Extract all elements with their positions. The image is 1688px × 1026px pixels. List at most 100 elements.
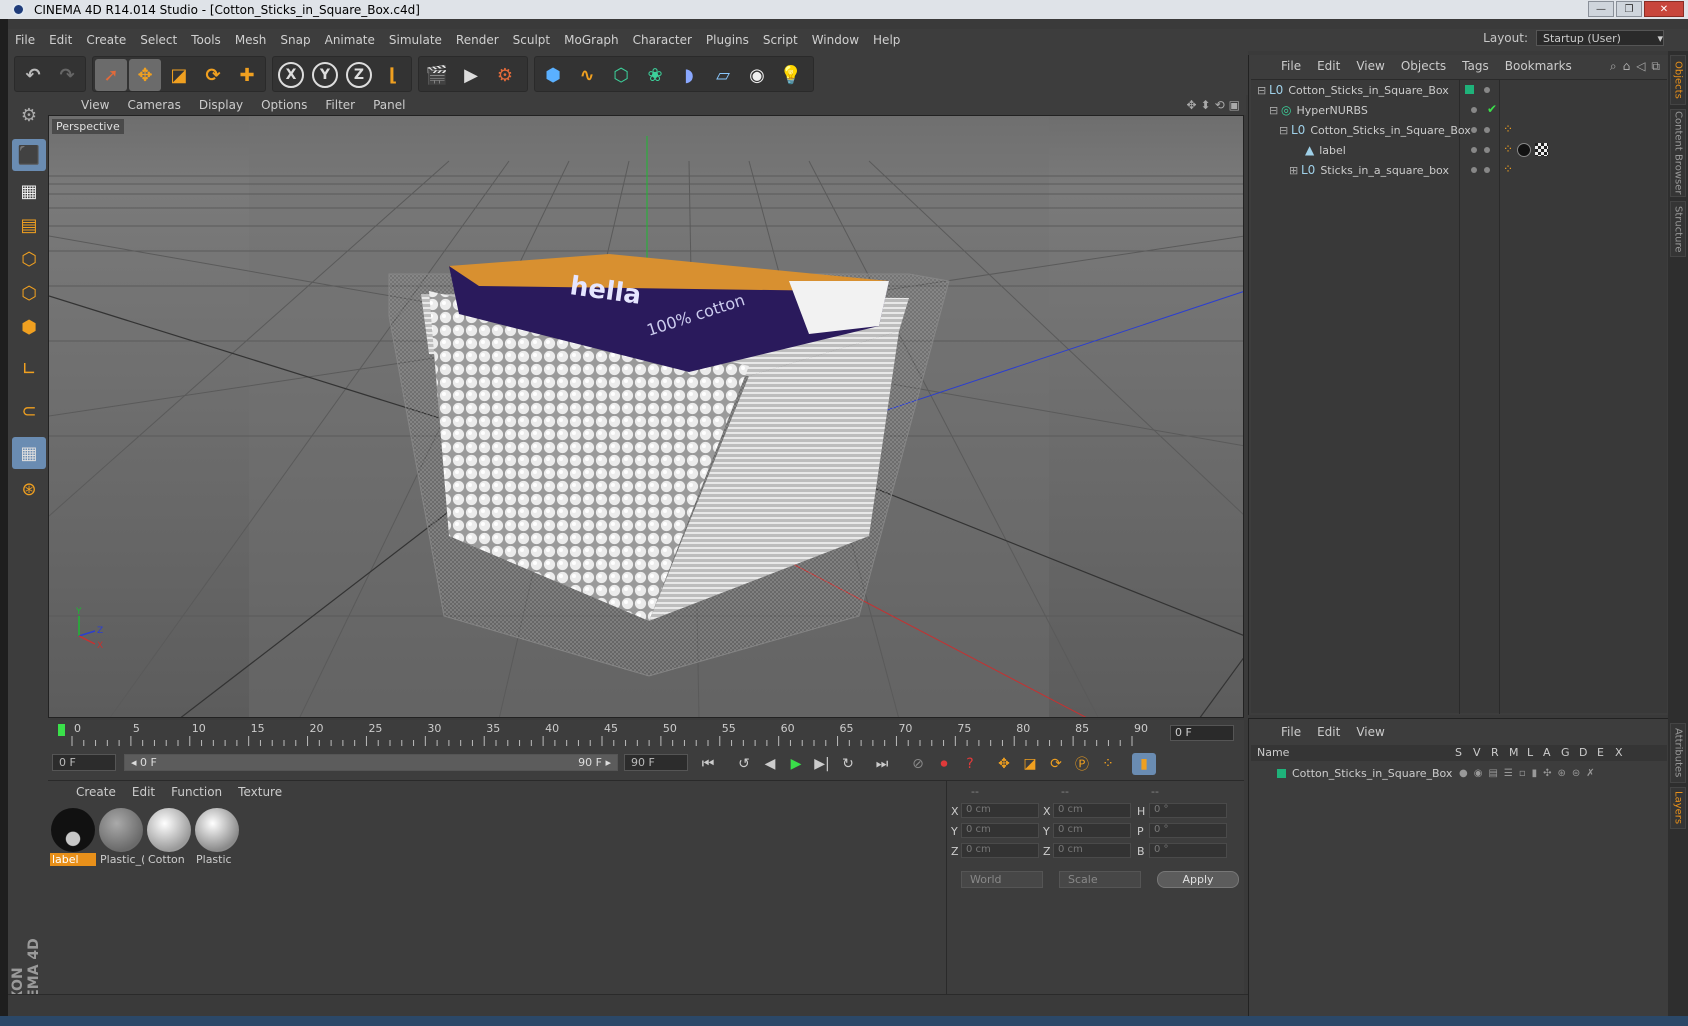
current-frame-field[interactable]: 0 F xyxy=(1170,725,1234,741)
goto-end-icon[interactable]: ⏭ xyxy=(870,753,894,775)
next-frame-icon[interactable]: ▶| xyxy=(810,753,834,775)
key-rotation-icon[interactable]: ⟳ xyxy=(1044,753,1068,775)
timeline-window-icon[interactable]: ▮ xyxy=(1132,753,1156,775)
menu-create[interactable]: Create xyxy=(79,33,133,47)
size-y-field[interactable]: 0 cm xyxy=(1053,823,1131,838)
auto-key-icon[interactable]: ⏺ xyxy=(932,753,956,775)
render-dot[interactable] xyxy=(1484,147,1490,153)
tab-layers[interactable]: Layers xyxy=(1670,787,1686,829)
camera-icon[interactable]: ◉ xyxy=(741,59,773,91)
restore-button[interactable]: ❐ xyxy=(1616,1,1642,17)
collapse-icon[interactable]: ⊟ xyxy=(1269,104,1281,117)
polygons-mode-icon[interactable]: ⬢ xyxy=(12,311,46,343)
edges-mode-icon[interactable]: ⬡ xyxy=(12,277,46,309)
previous-frame-icon[interactable]: ◀ xyxy=(758,753,782,775)
menu-render[interactable]: Render xyxy=(449,33,506,47)
scale-tool-icon[interactable]: ◪ xyxy=(163,59,195,91)
layer-flag-icons[interactable]: ●◉▤☰▫▮✣⊛⊜✗ xyxy=(1459,768,1601,779)
render-dot[interactable] xyxy=(1484,87,1490,93)
nurbs-icon[interactable]: ⬡ xyxy=(605,59,637,91)
start-frame-field[interactable]: 0 F xyxy=(52,754,116,771)
goto-start-icon[interactable]: ⏮ xyxy=(696,753,720,775)
visibility-dot[interactable] xyxy=(1471,127,1477,133)
objects-menu-view[interactable]: View xyxy=(1348,59,1392,73)
tab-structure[interactable]: Structure xyxy=(1670,201,1686,257)
rotate-view-icon[interactable]: ⟲ xyxy=(1215,98,1225,112)
material-tag-icon[interactable] xyxy=(1517,143,1531,157)
previous-key-icon[interactable]: ↺ xyxy=(732,753,756,775)
tree-row[interactable]: ⊟ ◎ HyperNURBS ✔ xyxy=(1251,100,1667,120)
z-axis-lock-button[interactable]: Z xyxy=(346,62,372,88)
deformer-icon[interactable]: ◗ xyxy=(673,59,705,91)
search-icon[interactable]: ⌕ xyxy=(1610,59,1617,74)
position-z-field[interactable]: 0 cm xyxy=(961,843,1039,858)
move-tool-icon[interactable]: ✥ xyxy=(129,59,161,91)
timeline-ruler[interactable]: 0 5 10 15 20 25 30 35 40 45 50 55 60 65 70 75 80 85 90 0 F xyxy=(48,720,1244,748)
menu-snap[interactable]: Snap xyxy=(273,33,317,47)
spline-icon[interactable]: ∿ xyxy=(571,59,603,91)
visibility-dot[interactable] xyxy=(1471,107,1477,113)
objects-menu-objects[interactable]: Objects xyxy=(1393,59,1454,73)
layer-row[interactable]: Cotton_Sticks_in_Square_Box ●◉▤☰▫▮✣⊛⊜✗ xyxy=(1251,763,1667,783)
layers-menu-edit[interactable]: Edit xyxy=(1309,725,1348,739)
make-editable-icon[interactable]: ⚙ xyxy=(12,99,46,131)
end-frame-field[interactable]: 90 F xyxy=(624,754,688,771)
menu-tools[interactable]: Tools xyxy=(184,33,228,47)
menu-select[interactable]: Select xyxy=(133,33,184,47)
phong-tag-icon[interactable]: ⁘ xyxy=(1503,122,1513,136)
viewport-menu-cameras[interactable]: Cameras xyxy=(118,98,189,112)
material-menu-function[interactable]: Function xyxy=(163,785,230,799)
model-mode-icon[interactable]: ⬛ xyxy=(12,139,46,171)
menu-file[interactable]: File xyxy=(8,33,42,47)
close-button[interactable]: ✕ xyxy=(1644,1,1684,17)
collapse-icon[interactable]: ⊟ xyxy=(1279,124,1291,137)
key-position-icon[interactable]: ✥ xyxy=(992,753,1016,775)
objects-menu-edit[interactable]: Edit xyxy=(1309,59,1348,73)
viewport-menu-view[interactable]: View xyxy=(72,98,118,112)
maximize-view-icon[interactable]: ▣ xyxy=(1229,98,1240,112)
light-icon[interactable]: 💡 xyxy=(775,59,807,91)
viewport-menu-filter[interactable]: Filter xyxy=(316,98,364,112)
next-key-icon[interactable]: ↻ xyxy=(836,753,860,775)
play-icon[interactable]: ▶ xyxy=(784,753,808,775)
coordinate-system-icon[interactable]: ⌊ xyxy=(377,59,409,91)
viewport-menu-panel[interactable]: Panel xyxy=(364,98,414,112)
rotation-h-field[interactable]: 0 ° xyxy=(1149,803,1227,818)
render-dot[interactable] xyxy=(1484,167,1490,173)
key-parameter-icon[interactable]: Ⓟ xyxy=(1070,753,1094,775)
objects-menu-file[interactable]: File xyxy=(1273,59,1309,73)
expand-icon[interactable]: ⊞ xyxy=(1289,164,1301,177)
size-x-field[interactable]: 0 cm xyxy=(1053,803,1131,818)
layout-select[interactable]: Startup (User) ▾ xyxy=(1536,30,1664,46)
floor-icon[interactable]: ▱ xyxy=(707,59,739,91)
add-object-icon[interactable]: ✚ xyxy=(231,59,263,91)
material-swatch[interactable]: Cotton xyxy=(146,807,192,866)
material-swatch[interactable]: label xyxy=(50,807,96,866)
menu-mograph[interactable]: MoGraph xyxy=(557,33,626,47)
viewport-menu-display[interactable]: Display xyxy=(190,98,252,112)
objects-menu-bookmarks[interactable]: Bookmarks xyxy=(1497,59,1580,73)
menu-animate[interactable]: Animate xyxy=(318,33,382,47)
axis-mode-icon[interactable]: ∟ xyxy=(12,353,46,385)
menu-character[interactable]: Character xyxy=(626,33,699,47)
position-y-field[interactable]: 0 cm xyxy=(961,823,1039,838)
size-mode-dropdown[interactable]: Scale xyxy=(1059,871,1141,888)
back-icon[interactable]: ◁ xyxy=(1636,59,1645,74)
position-x-field[interactable]: 0 cm xyxy=(961,803,1039,818)
enabled-check-icon[interactable]: ✔ xyxy=(1487,102,1497,116)
new-window-icon[interactable]: ⧉ xyxy=(1651,59,1660,74)
cube-primitive-icon[interactable]: ⬢ xyxy=(537,59,569,91)
material-menu-create[interactable]: Create xyxy=(68,785,124,799)
live-selection-icon[interactable]: ➚ xyxy=(95,59,127,91)
uvw-tag-icon[interactable] xyxy=(1535,143,1548,156)
menu-edit[interactable]: Edit xyxy=(42,33,79,47)
viewport-menu-options[interactable]: Options xyxy=(252,98,316,112)
render-settings-icon[interactable]: ⚙ xyxy=(489,59,521,91)
y-axis-lock-button[interactable]: Y xyxy=(312,62,338,88)
menu-plugins[interactable]: Plugins xyxy=(699,33,756,47)
material-menu-edit[interactable]: Edit xyxy=(124,785,163,799)
menu-script[interactable]: Script xyxy=(756,33,805,47)
layers-menu-file[interactable]: File xyxy=(1273,725,1309,739)
keyframe-selection-icon[interactable]: ? xyxy=(958,753,982,775)
material-swatch[interactable]: Plastic xyxy=(194,807,240,866)
